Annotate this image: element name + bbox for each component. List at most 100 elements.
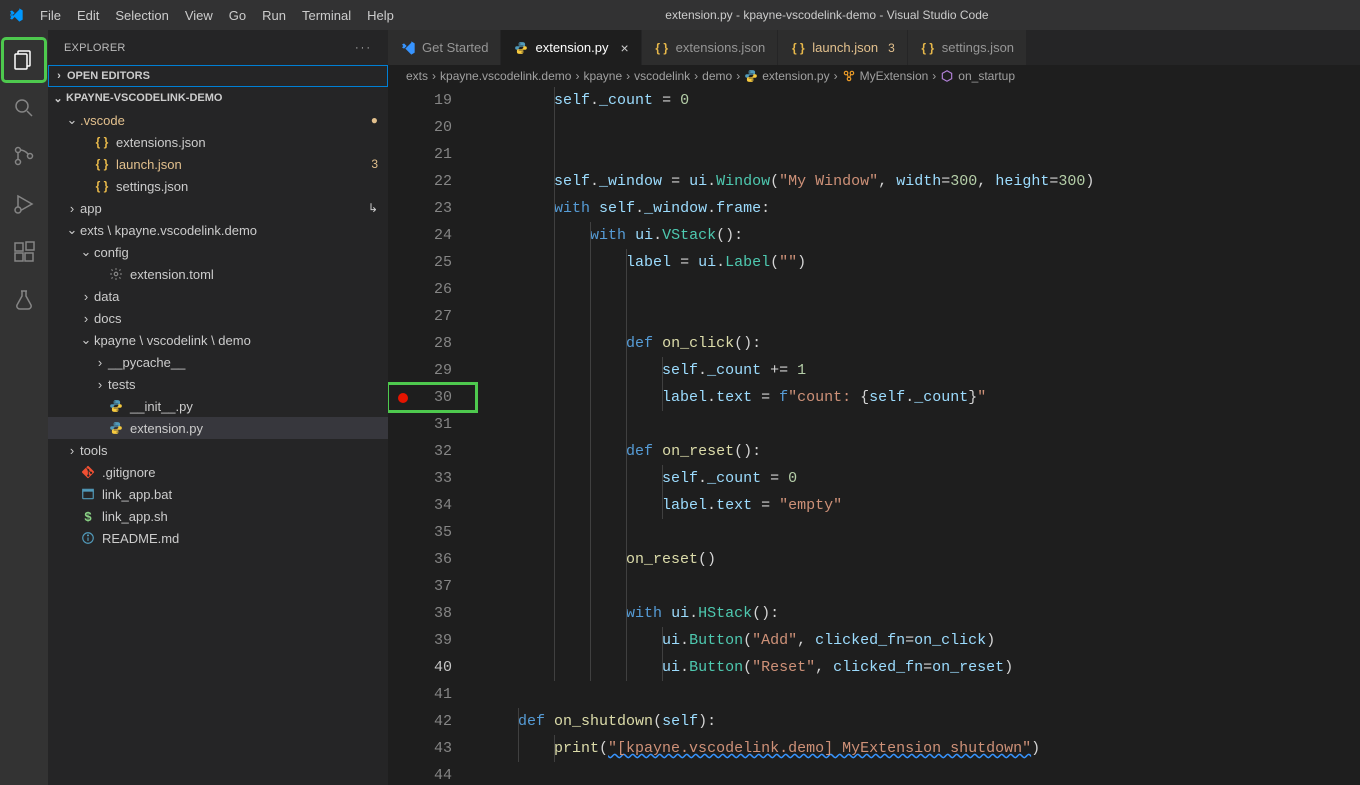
tree-item--init-py[interactable]: __init__.py bbox=[48, 395, 388, 417]
tab-settings-json[interactable]: { }settings.json bbox=[908, 30, 1027, 65]
breadcrumb-segment[interactable]: demo bbox=[702, 69, 732, 83]
code-line[interactable] bbox=[482, 114, 1360, 141]
code-line[interactable]: self._count = 0 bbox=[482, 87, 1360, 114]
menu-selection[interactable]: Selection bbox=[107, 8, 176, 23]
breadcrumb[interactable]: exts›kpayne.vscodelink.demo›kpayne›vscod… bbox=[388, 65, 1360, 87]
breadcrumb-segment[interactable]: extension.py bbox=[762, 69, 829, 83]
code-line[interactable]: label = ui.Label("") bbox=[482, 249, 1360, 276]
tree-item-extension-py[interactable]: extension.py bbox=[48, 417, 388, 439]
line-number[interactable]: 23 bbox=[388, 195, 476, 222]
menu-view[interactable]: View bbox=[177, 8, 221, 23]
open-editors-section[interactable]: › OPEN EDITORS bbox=[48, 65, 388, 87]
line-number[interactable]: 20 bbox=[388, 114, 476, 141]
tree-item-tools[interactable]: ›tools bbox=[48, 439, 388, 461]
code-line[interactable] bbox=[482, 762, 1360, 785]
tab-extension-py[interactable]: extension.py× bbox=[501, 30, 641, 65]
line-number[interactable]: 28 bbox=[388, 330, 476, 357]
tree-item--pycache-[interactable]: ›__pycache__ bbox=[48, 351, 388, 373]
line-number[interactable]: 22 bbox=[388, 168, 476, 195]
tree-item-kpayne-vscodelink-demo[interactable]: ⌄kpayne \ vscodelink \ demo bbox=[48, 329, 388, 351]
line-number[interactable]: 34 bbox=[388, 492, 476, 519]
code-line[interactable]: with ui.HStack(): bbox=[482, 600, 1360, 627]
breadcrumb-segment[interactable]: kpayne bbox=[583, 69, 622, 83]
tree-item-extension-toml[interactable]: extension.toml bbox=[48, 263, 388, 285]
activity-extensions-icon[interactable] bbox=[0, 228, 48, 276]
menu-edit[interactable]: Edit bbox=[69, 8, 107, 23]
line-number[interactable]: 24 bbox=[388, 222, 476, 249]
breadcrumb-segment[interactable]: kpayne.vscodelink.demo bbox=[440, 69, 571, 83]
code-line[interactable] bbox=[482, 573, 1360, 600]
line-number-gutter[interactable]: 1920212223242526272829303132333435363738… bbox=[388, 87, 476, 785]
code-line[interactable]: def on_shutdown(self): bbox=[482, 708, 1360, 735]
menu-help[interactable]: Help bbox=[359, 8, 402, 23]
activity-explorer-icon[interactable] bbox=[0, 36, 48, 84]
activity-run-debug-icon[interactable] bbox=[0, 180, 48, 228]
tree-item-link-app-sh[interactable]: $link_app.sh bbox=[48, 505, 388, 527]
tree-item-tests[interactable]: ›tests bbox=[48, 373, 388, 395]
breadcrumb-segment[interactable]: on_startup bbox=[958, 69, 1015, 83]
line-number[interactable]: 31 bbox=[388, 411, 476, 438]
code-content[interactable]: self._count = 0 self._window = ui.Window… bbox=[476, 87, 1360, 785]
code-line[interactable]: self._window = ui.Window("My Window", wi… bbox=[482, 168, 1360, 195]
code-line[interactable]: with ui.VStack(): bbox=[482, 222, 1360, 249]
code-line[interactable]: label.text = "empty" bbox=[482, 492, 1360, 519]
tree-item-app[interactable]: ›app↳ bbox=[48, 197, 388, 219]
line-number[interactable]: 32 bbox=[388, 438, 476, 465]
line-number[interactable]: 19 bbox=[388, 87, 476, 114]
tree-item-exts-kpayne-vscodelink-demo[interactable]: ⌄exts \ kpayne.vscodelink.demo bbox=[48, 219, 388, 241]
menu-go[interactable]: Go bbox=[221, 8, 254, 23]
line-number[interactable]: 39 bbox=[388, 627, 476, 654]
code-line[interactable] bbox=[482, 411, 1360, 438]
tree-item-settings-json[interactable]: { }settings.json bbox=[48, 175, 388, 197]
breadcrumb-segment[interactable]: vscodelink bbox=[634, 69, 690, 83]
code-line[interactable] bbox=[482, 141, 1360, 168]
activity-testing-icon[interactable] bbox=[0, 276, 48, 324]
tree-item-extensions-json[interactable]: { }extensions.json bbox=[48, 131, 388, 153]
folder-root-header[interactable]: ⌄ KPAYNE-VSCODELINK-DEMO bbox=[48, 87, 388, 109]
tree-item-launch-json[interactable]: { }launch.json3 bbox=[48, 153, 388, 175]
code-line[interactable]: def on_click(): bbox=[482, 330, 1360, 357]
line-number[interactable]: 44 bbox=[388, 762, 476, 785]
line-number[interactable]: 27 bbox=[388, 303, 476, 330]
code-line[interactable]: self._count += 1 bbox=[482, 357, 1360, 384]
line-number[interactable]: 42 bbox=[388, 708, 476, 735]
tab-launch-json[interactable]: { }launch.json3 bbox=[778, 30, 907, 65]
breadcrumb-segment[interactable]: MyExtension bbox=[860, 69, 929, 83]
tree-item-readme-md[interactable]: README.md bbox=[48, 527, 388, 549]
tab-get-started[interactable]: Get Started bbox=[388, 30, 501, 65]
tree-item-docs[interactable]: ›docs bbox=[48, 307, 388, 329]
tree-item-link-app-bat[interactable]: link_app.bat bbox=[48, 483, 388, 505]
line-number[interactable]: 30 bbox=[388, 384, 476, 411]
code-line[interactable] bbox=[482, 519, 1360, 546]
line-number[interactable]: 26 bbox=[388, 276, 476, 303]
line-number[interactable]: 29 bbox=[388, 357, 476, 384]
line-number[interactable]: 36 bbox=[388, 546, 476, 573]
menu-run[interactable]: Run bbox=[254, 8, 294, 23]
code-line[interactable] bbox=[482, 303, 1360, 330]
code-line[interactable]: ui.Button("Reset", clicked_fn=on_reset) bbox=[482, 654, 1360, 681]
line-number[interactable]: 33 bbox=[388, 465, 476, 492]
code-line[interactable] bbox=[482, 276, 1360, 303]
sidebar-more-icon[interactable]: ··· bbox=[355, 42, 372, 54]
menu-terminal[interactable]: Terminal bbox=[294, 8, 359, 23]
line-number[interactable]: 38 bbox=[388, 600, 476, 627]
breadcrumb-segment[interactable]: exts bbox=[406, 69, 428, 83]
tree-item-data[interactable]: ›data bbox=[48, 285, 388, 307]
line-number[interactable]: 25 bbox=[388, 249, 476, 276]
close-icon[interactable]: × bbox=[620, 40, 628, 56]
code-line[interactable]: ui.Button("Add", clicked_fn=on_click) bbox=[482, 627, 1360, 654]
menu-file[interactable]: File bbox=[32, 8, 69, 23]
line-number[interactable]: 43 bbox=[388, 735, 476, 762]
code-line[interactable]: self._count = 0 bbox=[482, 465, 1360, 492]
code-line[interactable]: label.text = f"count: {self._count}" bbox=[482, 384, 1360, 411]
line-number[interactable]: 41 bbox=[388, 681, 476, 708]
tree-item-config[interactable]: ⌄config bbox=[48, 241, 388, 263]
line-number[interactable]: 21 bbox=[388, 141, 476, 168]
line-number[interactable]: 35 bbox=[388, 519, 476, 546]
code-line[interactable]: def on_reset(): bbox=[482, 438, 1360, 465]
activity-source-control-icon[interactable] bbox=[0, 132, 48, 180]
code-line[interactable]: with self._window.frame: bbox=[482, 195, 1360, 222]
code-line[interactable]: print("[kpayne.vscodelink.demo] MyExtens… bbox=[482, 735, 1360, 762]
breakpoint-icon[interactable] bbox=[398, 393, 408, 403]
code-line[interactable] bbox=[482, 681, 1360, 708]
